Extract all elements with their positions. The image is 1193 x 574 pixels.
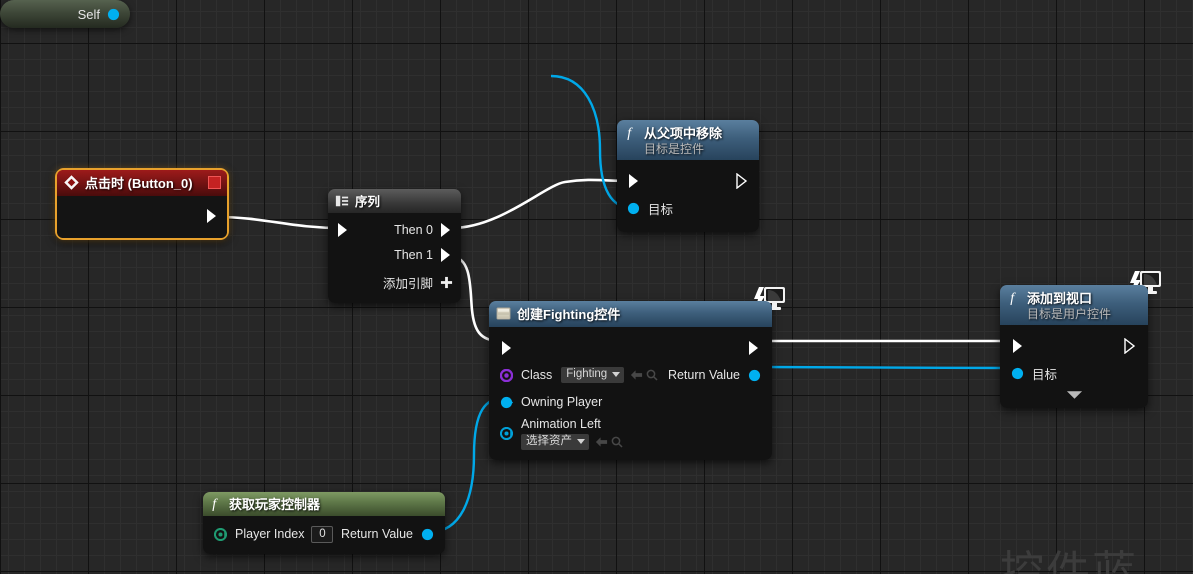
exec-out-pin[interactable] xyxy=(205,208,219,229)
node-header: f 从父项中移除 目标是控件 xyxy=(617,120,759,160)
node-sequence[interactable]: 序列 Then 0 Then 1 添加引脚 xyxy=(328,189,461,303)
target-object-pin[interactable] xyxy=(627,202,640,215)
chevron-down-icon xyxy=(612,372,621,377)
add-pin-label: 添加引脚 xyxy=(382,276,433,291)
function-f-icon: f xyxy=(210,496,223,511)
svg-text:f: f xyxy=(1010,290,1016,305)
owning-player-object-pin[interactable] xyxy=(500,396,513,409)
removefromparent-exec-row[interactable] xyxy=(617,168,759,194)
addviewport-exec-row[interactable] xyxy=(1000,333,1148,359)
node-subtitle: 目标是控件 xyxy=(644,142,705,156)
graph-watermark: 控件蓝 xyxy=(1000,547,1138,574)
node-body: 目标 xyxy=(1000,325,1148,408)
reset-arrow-icon[interactable] xyxy=(595,436,608,448)
animation-left-soft-object-pin[interactable] xyxy=(500,426,513,440)
node-get-player-controller[interactable]: f 获取玩家控制器 Player Index 0 Return Value xyxy=(203,492,445,554)
exec-in-pin[interactable] xyxy=(500,340,514,356)
sequence-add-pin-row[interactable]: 添加引脚 xyxy=(328,269,461,295)
wire-then0-to-removefromparent xyxy=(451,178,629,230)
target-label: 目标 xyxy=(648,202,674,217)
class-label: Class xyxy=(521,368,553,382)
animation-left-label: Animation Left xyxy=(521,416,601,431)
reset-arrow-icon[interactable] xyxy=(630,369,643,381)
node-title: 添加到视口 xyxy=(1027,291,1093,306)
player-index-label: Player Index xyxy=(235,527,305,541)
node-create-fighting-widget[interactable]: 创建Fighting控件 Class Fighting Return Value… xyxy=(489,287,785,460)
animation-left-value-text: 选择资产 xyxy=(526,434,572,447)
node-on-clicked-button-0[interactable]: 点击时 (Button_0) xyxy=(55,168,229,240)
magnifier-icon[interactable] xyxy=(646,369,658,381)
return-value-label: Return Value xyxy=(667,368,740,382)
node-subtitle: 目标是用户控件 xyxy=(1027,307,1112,321)
removefromparent-target-row[interactable]: 目标 xyxy=(617,194,759,222)
node-body: Player Index 0 Return Value xyxy=(203,516,445,554)
function-f-icon: f xyxy=(1008,290,1021,305)
magnifier-icon[interactable] xyxy=(611,436,623,448)
node-header: 序列 xyxy=(328,189,461,213)
widget-blueprint-icon xyxy=(496,307,511,320)
plus-icon[interactable] xyxy=(440,276,453,289)
target-label: 目标 xyxy=(1032,367,1058,382)
node-header: f 获取玩家控制器 xyxy=(203,492,445,516)
return-value-label: Return Value xyxy=(340,527,413,541)
node-title: 点击时 (Button_0) xyxy=(85,176,193,191)
exec-out-pin[interactable] xyxy=(1123,338,1137,354)
class-pin[interactable] xyxy=(500,368,513,382)
node-header: f 添加到视口 目标是用户控件 xyxy=(1000,285,1148,325)
self-object-pin[interactable] xyxy=(107,8,120,21)
node-title: 创建Fighting控件 xyxy=(517,307,621,322)
exec-out-pin[interactable] xyxy=(747,340,761,356)
then-0-exec-pin[interactable] xyxy=(439,222,453,238)
svg-text:f: f xyxy=(627,125,633,140)
exec-in-pin[interactable] xyxy=(336,222,350,238)
exec-in-pin[interactable] xyxy=(627,173,641,189)
red-square-icon[interactable] xyxy=(208,176,221,189)
node-add-to-viewport[interactable]: f 添加到视口 目标是用户控件 目标 xyxy=(1000,271,1161,408)
function-f-icon: f xyxy=(625,125,638,140)
node-title: 序列 xyxy=(355,195,381,209)
exec-in-pin[interactable] xyxy=(1011,338,1025,354)
return-value-object-pin[interactable] xyxy=(748,369,761,382)
chevron-down-icon xyxy=(577,438,585,444)
createwidget-owningplayer-row[interactable]: Owning Player xyxy=(489,388,772,416)
sequence-then-1-row[interactable]: Then 1 xyxy=(328,241,461,269)
then-1-label: Then 1 xyxy=(394,248,433,262)
node-remove-from-parent[interactable]: f 从父项中移除 目标是控件 目标 xyxy=(617,120,759,232)
player-index-input[interactable]: 0 xyxy=(311,525,334,543)
wire-returnvalue-to-addtoviewport-target xyxy=(759,365,1015,370)
animation-left-value-combo[interactable]: 选择资产 xyxy=(521,433,589,450)
expand-node-button[interactable] xyxy=(1000,387,1148,404)
node-title: 获取玩家控制器 xyxy=(229,497,321,512)
node-body: Class Fighting Return Value Owning Playe… xyxy=(489,327,772,460)
chevron-down-icon xyxy=(1066,391,1082,399)
then-0-label: Then 0 xyxy=(394,223,433,237)
addviewport-target-row[interactable]: 目标 xyxy=(1000,359,1148,387)
self-pin-label: Self xyxy=(77,6,100,22)
then-1-exec-pin[interactable] xyxy=(439,247,453,263)
owning-player-label: Owning Player xyxy=(521,395,603,409)
node-self[interactable]: Self xyxy=(0,0,130,28)
createwidget-class-row[interactable]: Class Fighting Return Value xyxy=(489,362,772,388)
exec-out-pin[interactable] xyxy=(735,173,749,189)
node-body xyxy=(57,196,227,238)
node-header: 点击时 (Button_0) xyxy=(57,170,227,196)
class-value-combo[interactable]: Fighting xyxy=(561,367,625,383)
wire-onclicked-to-sequence xyxy=(215,215,341,230)
class-value-text: Fighting xyxy=(566,368,608,380)
node-header: 创建Fighting控件 xyxy=(489,301,772,327)
target-object-pin[interactable] xyxy=(1011,367,1024,380)
node-body: 目标 xyxy=(617,160,759,232)
return-value-object-pin[interactable] xyxy=(421,528,434,541)
sequence-icon xyxy=(335,194,349,208)
createwidget-animationleft-row[interactable]: Animation Left 选择资产 xyxy=(489,416,772,450)
event-diamond-icon xyxy=(64,175,79,190)
blueprint-graph-canvas[interactable]: 控件蓝 点击时 (Button_0) 序列 Then 0 Then 1 添加引脚… xyxy=(0,0,1193,574)
node-title: 从父项中移除 xyxy=(644,126,723,141)
sequence-exec-in-row[interactable]: Then 0 xyxy=(328,219,461,241)
node-body: Then 0 Then 1 添加引脚 xyxy=(328,213,461,303)
getpc-pin-row[interactable]: Player Index 0 Return Value xyxy=(203,521,445,547)
svg-text:f: f xyxy=(212,496,218,511)
player-index-int-pin[interactable] xyxy=(214,527,227,541)
createwidget-exec-row[interactable] xyxy=(489,334,772,362)
